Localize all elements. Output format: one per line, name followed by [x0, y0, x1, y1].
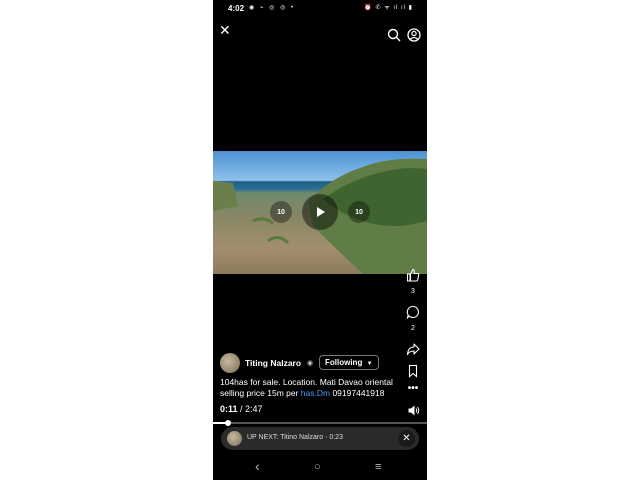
post-author: Titing Nalzaro ◉ Following ▼ [220, 353, 400, 373]
video-player[interactable]: 10 10 [213, 151, 427, 274]
close-icon: ✕ [219, 22, 231, 38]
search-icon [387, 28, 401, 42]
more-options-button[interactable]: ••• [403, 383, 423, 394]
phone-screen: 4:02 ◉ ⌁ ◎ ◎ • ⏰ ✆ ᯤ ıl ıl ▮ ✕ 10 10 3 2… [213, 0, 427, 480]
progress-handle[interactable] [224, 420, 231, 426]
globe-icon: ◉ [307, 360, 314, 367]
progress-bar[interactable] [213, 420, 427, 426]
duration: 2:47 [245, 404, 263, 414]
following-label: Following [325, 358, 363, 367]
following-button[interactable]: Following ▼ [319, 355, 379, 370]
more-icon: ••• [407, 383, 419, 394]
search-button[interactable] [387, 28, 401, 47]
status-time: 4:02 [228, 4, 245, 13]
like-count: 3 [411, 288, 415, 295]
playback-time: 0:11 / 2:47 [220, 404, 263, 414]
avatar[interactable] [220, 353, 240, 373]
notification-icons: ◉ ⌁ ◎ ◎ • [249, 5, 296, 11]
android-nav-bar: ‹ ○ ≡ [213, 456, 427, 480]
like-button[interactable]: 3 [403, 268, 423, 295]
play-button[interactable] [302, 194, 338, 230]
author-name[interactable]: Titing Nalzaro [245, 358, 301, 368]
nav-recents-button[interactable]: ≡ [375, 461, 381, 473]
share-button[interactable] [403, 342, 423, 361]
profile-button[interactable] [407, 28, 421, 47]
close-button[interactable]: ✕ [219, 22, 231, 39]
caption-tail: 09197441918 [330, 388, 385, 398]
forward-icon: 10 [355, 208, 363, 216]
up-next-label: UP NEXT: Titino Nalzaro · 0:23 [247, 434, 343, 441]
nav-home-button[interactable]: ○ [314, 461, 321, 473]
forward-10-button[interactable]: 10 [348, 201, 370, 223]
up-next-bar[interactable]: UP NEXT: Titino Nalzaro · 0:23 ✕ [221, 427, 419, 450]
rewind-icon: 10 [277, 208, 285, 216]
profile-icon [407, 28, 421, 42]
bookmark-icon [408, 364, 418, 378]
chevron-down-icon: ▼ [366, 361, 373, 367]
caption-link[interactable]: has.Dm [301, 388, 330, 398]
up-next-close-button[interactable]: ✕ [398, 430, 415, 447]
rewind-10-button[interactable]: 10 [270, 201, 292, 223]
post-caption: 104has for sale. Location. Mati Davao or… [220, 377, 396, 399]
volume-button[interactable] [403, 404, 423, 422]
play-icon [317, 207, 325, 217]
time-separator: / [237, 404, 246, 414]
comment-button[interactable]: 2 [403, 305, 423, 332]
system-status-icons: ⏰ ✆ ᯤ ıl ıl ▮ [364, 5, 413, 11]
comment-count: 2 [411, 325, 415, 332]
nav-back-button[interactable]: ‹ [255, 458, 260, 474]
volume-icon [408, 405, 419, 416]
up-next-avatar [227, 431, 242, 446]
current-time: 0:11 [220, 404, 238, 414]
close-icon: ✕ [402, 433, 411, 444]
share-icon [406, 343, 420, 356]
comment-icon [406, 305, 419, 320]
status-bar: 4:02 ◉ ⌁ ◎ ◎ • ⏰ ✆ ᯤ ıl ıl ▮ [213, 0, 427, 17]
save-button[interactable] [403, 364, 423, 383]
like-icon [406, 268, 420, 282]
